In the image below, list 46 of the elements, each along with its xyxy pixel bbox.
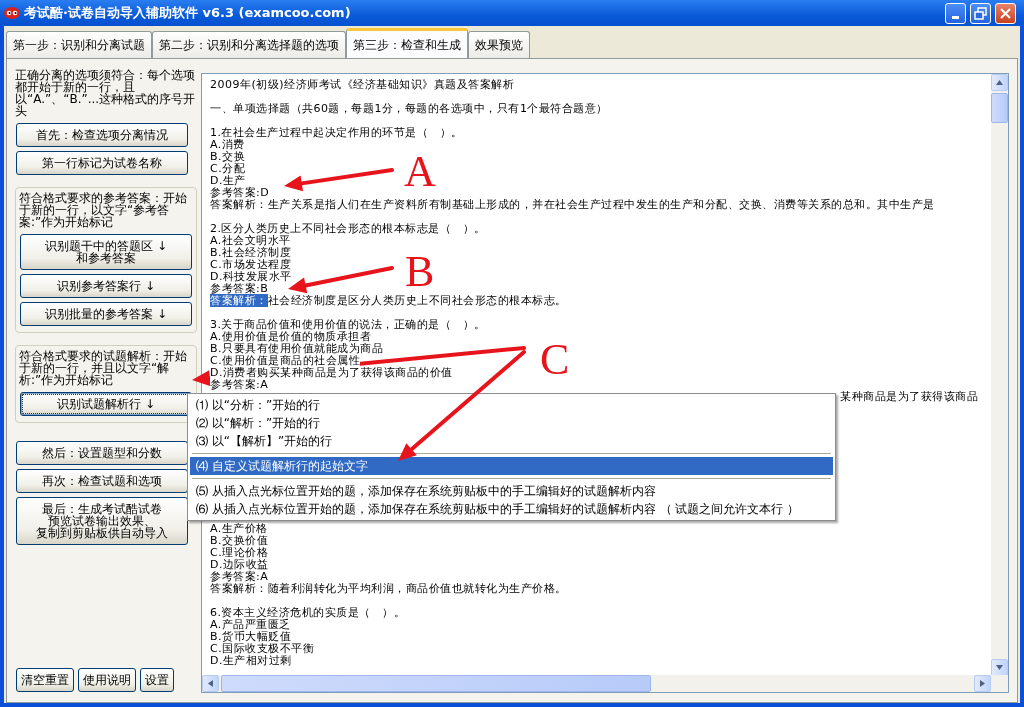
menu-item[interactable]: ⑶ 以“【解析】”开始的行 [190, 432, 833, 450]
instruction-text: 符合格式要求的试题解析：开始于新的一行，并且以文字“解析:”作为开始标记 [19, 350, 188, 386]
vertical-scrollbar[interactable] [991, 74, 1008, 676]
down-arrow-icon [996, 665, 1003, 670]
action-button[interactable]: 再次：检查试题和选项 [16, 469, 188, 493]
footer-button[interactable]: 清空重置 [16, 668, 74, 692]
window-title: 考试酷·试卷自动导入辅助软件 v6.3 (examcoo.com) [24, 4, 351, 23]
footer-button[interactable]: 设置 [140, 668, 174, 692]
scroll-right-button[interactable] [974, 675, 991, 692]
menu-item[interactable]: ⑸ 从插入点光标位置开始的题，添加保存在系统剪贴板中的手工编辑好的试题解析内容 [190, 482, 833, 500]
menu-item[interactable]: ⑷ 自定义试题解析行的起始文字 [190, 457, 833, 475]
tab[interactable]: 第三步：检查和生成 [346, 28, 468, 58]
close-button[interactable] [995, 2, 1016, 24]
horizontal-scrollbar[interactable] [202, 675, 1008, 692]
scroll-up-button[interactable] [991, 74, 1008, 91]
annotation-letter: C [540, 335, 570, 384]
tab[interactable]: 第一步：识别和分离试题 [6, 31, 152, 58]
tab[interactable]: 效果预览 [468, 31, 530, 58]
minimize-button[interactable] [945, 2, 966, 24]
app-logo-icon [4, 7, 20, 19]
menu-item[interactable]: ⑵ 以“解析：”开始的行 [190, 414, 833, 432]
tab[interactable]: 第二步：识别和分离选择题的选项 [152, 31, 346, 58]
left-arrow-icon [208, 680, 213, 687]
action-button[interactable]: 第一行标记为试卷名称 [16, 151, 188, 175]
menu-item[interactable]: ⑴ 以“分析：”开始的行 [190, 396, 833, 414]
menu-item[interactable]: ⑹ 从插入点光标位置开始的题，添加保存在系统剪贴板中的手工编辑好的试题解析内容 （ 试题之间允许文本行 ） [190, 500, 833, 518]
minimize-icon [952, 15, 959, 19]
action-button[interactable]: 最后：生成考试酷试卷 预览试卷输出效果、 复制到剪贴板供自动导入 [16, 497, 188, 545]
instruction-text: 符合格式要求的参考答案：开始于新的一行，以文字“参考答案:”作为开始标记 [19, 192, 188, 228]
action-button[interactable]: 识别批量的参考答案 ↓ [20, 302, 192, 326]
annotation-letter: A [404, 147, 436, 196]
action-button[interactable]: 识别参考答案行 ↓ [20, 274, 192, 298]
maximize-button[interactable] [970, 2, 991, 24]
right-arrow-icon [980, 680, 985, 687]
annotation-letter: B [405, 247, 435, 296]
action-button[interactable]: 识别试题解析行 ↓ [20, 392, 192, 416]
scroll-left-button[interactable] [202, 675, 219, 692]
footer-button[interactable]: 使用说明 [78, 668, 136, 692]
instruction-text: 正确分离的选项须符合：每个选项都开始于新的一行，且以“A.”、“B.”...这种格式的序号开头 [15, 69, 197, 117]
action-button[interactable]: 首先：检查选项分离情况 [16, 123, 188, 147]
scroll-thumb[interactable] [221, 675, 651, 692]
up-arrow-icon [996, 80, 1003, 85]
action-button[interactable]: 识别题干中的答题区 ↓ 和参考答案 [20, 234, 192, 270]
selected-text: 答案解析： [210, 294, 268, 307]
action-button[interactable]: 然后：设置题型和分数 [16, 441, 188, 465]
scroll-thumb[interactable] [991, 93, 1008, 123]
